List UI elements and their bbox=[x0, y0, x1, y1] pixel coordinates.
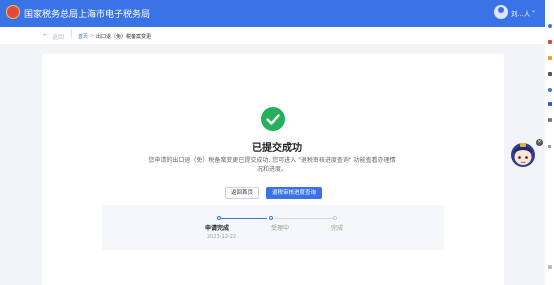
step-connector-pending bbox=[275, 218, 334, 219]
breadcrumb-separator: > bbox=[90, 32, 95, 39]
step-dot-accepting bbox=[269, 216, 273, 220]
toolbar-icon-7[interactable] bbox=[548, 118, 552, 122]
toolbar-icon-4[interactable] bbox=[548, 72, 552, 76]
assistant-mascot-icon[interactable] bbox=[510, 139, 536, 169]
step-label-completed: 申请完成 bbox=[205, 225, 230, 232]
step-label-accepting: 受理中 bbox=[271, 225, 290, 232]
breadcrumb-current: 出口退（免）税备案变更 bbox=[96, 33, 152, 40]
back-link[interactable]: 返回 bbox=[52, 32, 64, 41]
step-dot-finished bbox=[333, 216, 337, 220]
success-title: 已提交成功 bbox=[252, 143, 302, 154]
return-home-button[interactable]: 返回首页 bbox=[225, 187, 259, 199]
step-dot-completed bbox=[217, 216, 221, 220]
user-name[interactable]: 刘...人 bbox=[511, 8, 530, 18]
step-date-completed: 2023-12-22 bbox=[207, 234, 237, 240]
close-icon[interactable]: × bbox=[536, 139, 543, 146]
user-avatar[interactable] bbox=[494, 5, 508, 19]
back-arrow-icon[interactable]: ← bbox=[43, 31, 49, 39]
step-connector-done bbox=[221, 218, 267, 219]
toolbar-icon-1[interactable] bbox=[548, 24, 552, 28]
toolbar-icon-2[interactable] bbox=[548, 40, 552, 44]
toolbar-settings-icon[interactable] bbox=[548, 265, 552, 269]
right-toolbar bbox=[545, 0, 554, 285]
success-description: 您申请的出口退（免）税备案变更已提交成功, 您可进入 "退税审核进度查询" 功能… bbox=[148, 157, 396, 173]
top-header: 国家税务总局上海市电子税务局 刘...人 ⌄ bbox=[0, 0, 554, 27]
step-label-finished: 完成 bbox=[331, 225, 344, 232]
toolbar-add-icon[interactable] bbox=[548, 145, 551, 148]
site-title: 国家税务总局上海市电子税务局 bbox=[24, 10, 151, 20]
breadcrumb-divider bbox=[71, 29, 72, 38]
breadcrumb-home-link[interactable]: 首页 bbox=[78, 33, 88, 40]
tax-emblem-logo bbox=[6, 5, 20, 19]
chevron-down-icon[interactable]: ⌄ bbox=[531, 7, 536, 14]
toolbar-icon-3[interactable] bbox=[548, 56, 552, 60]
toolbar-icon-5[interactable] bbox=[548, 88, 552, 92]
toolbar-icon-6[interactable] bbox=[548, 102, 552, 106]
refund-progress-query-button[interactable]: 退税审核进度查询 bbox=[266, 187, 322, 199]
success-check-icon bbox=[261, 107, 285, 131]
